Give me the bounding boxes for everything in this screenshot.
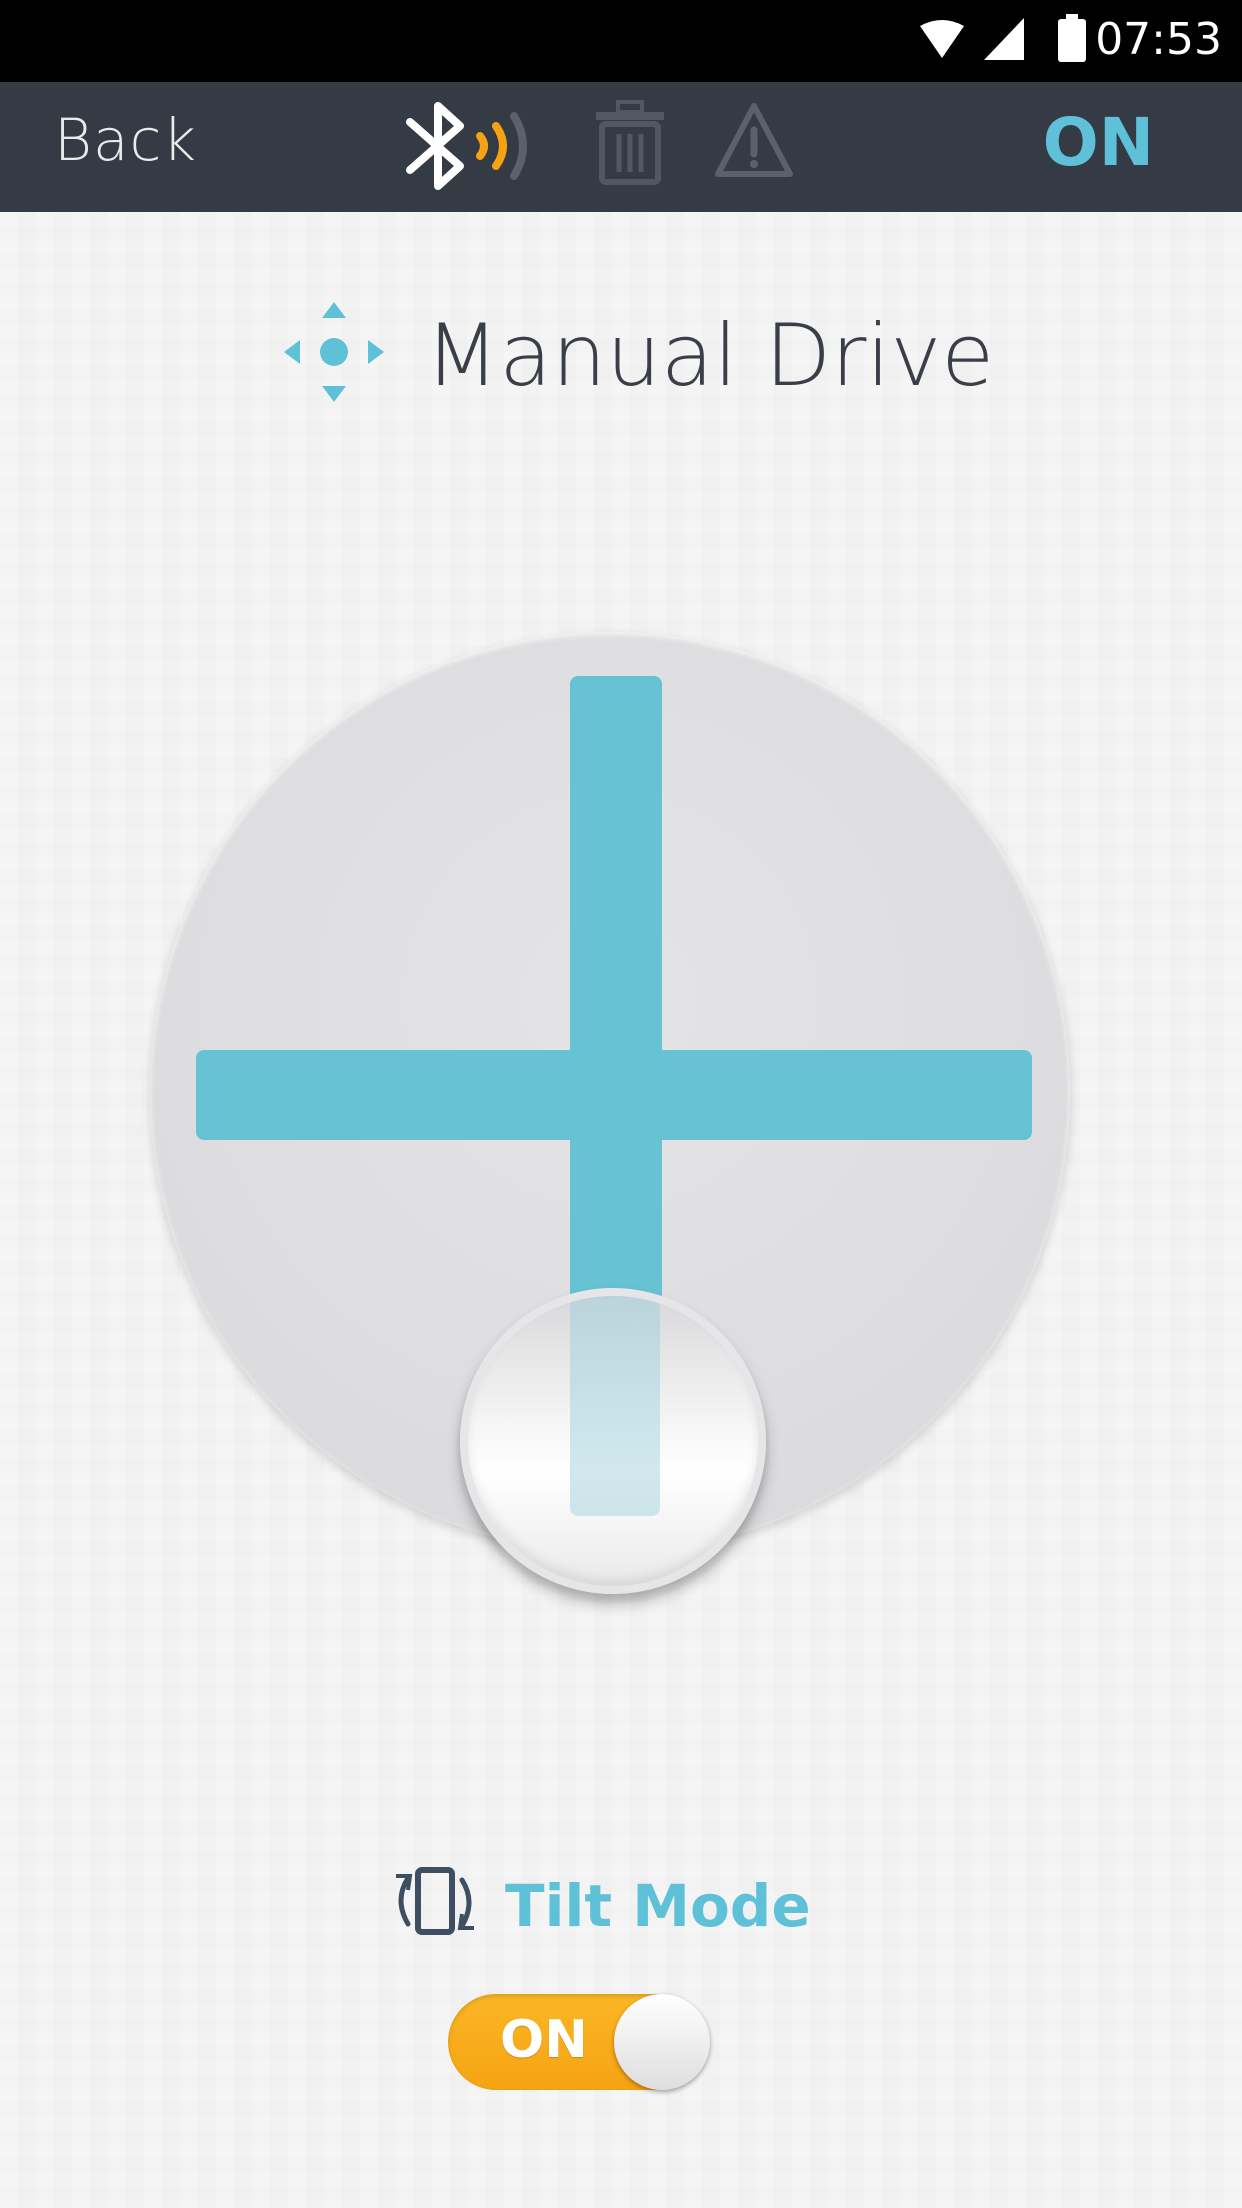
dpad-arrows-icon <box>284 302 384 402</box>
tilt-mode-row: Tilt Mode <box>0 1866 1242 1956</box>
wifi-icon <box>920 20 964 58</box>
status-time: 07:53 <box>1095 14 1222 65</box>
battery-icon <box>1058 14 1086 62</box>
tilt-mode-toggle[interactable]: ON <box>448 1994 710 2090</box>
tilt-mode-label: Tilt Mode <box>505 1872 811 1940</box>
warning-icon[interactable] <box>714 102 794 178</box>
joystick-knob[interactable] <box>460 1288 766 1594</box>
page-title: Manual Drive <box>425 306 995 406</box>
cell-signal-icon <box>984 18 1024 60</box>
app-bar: Back ON <box>0 82 1242 212</box>
power-status[interactable]: ON <box>1043 104 1154 181</box>
toggle-thumb[interactable] <box>614 1994 710 2090</box>
page-header: Manual Drive <box>0 300 1242 420</box>
status-bar: 07:53 <box>0 0 1242 82</box>
joystick-horizontal-track <box>196 1050 1032 1140</box>
back-button[interactable]: Back <box>54 106 197 174</box>
rotate-phone-icon <box>396 1867 474 1935</box>
toggle-on-label: ON <box>500 2010 588 2070</box>
trash-icon[interactable] <box>592 100 668 186</box>
bluetooth-connected-icon[interactable] <box>404 100 546 192</box>
joystick-track-overlay <box>570 1296 660 1516</box>
